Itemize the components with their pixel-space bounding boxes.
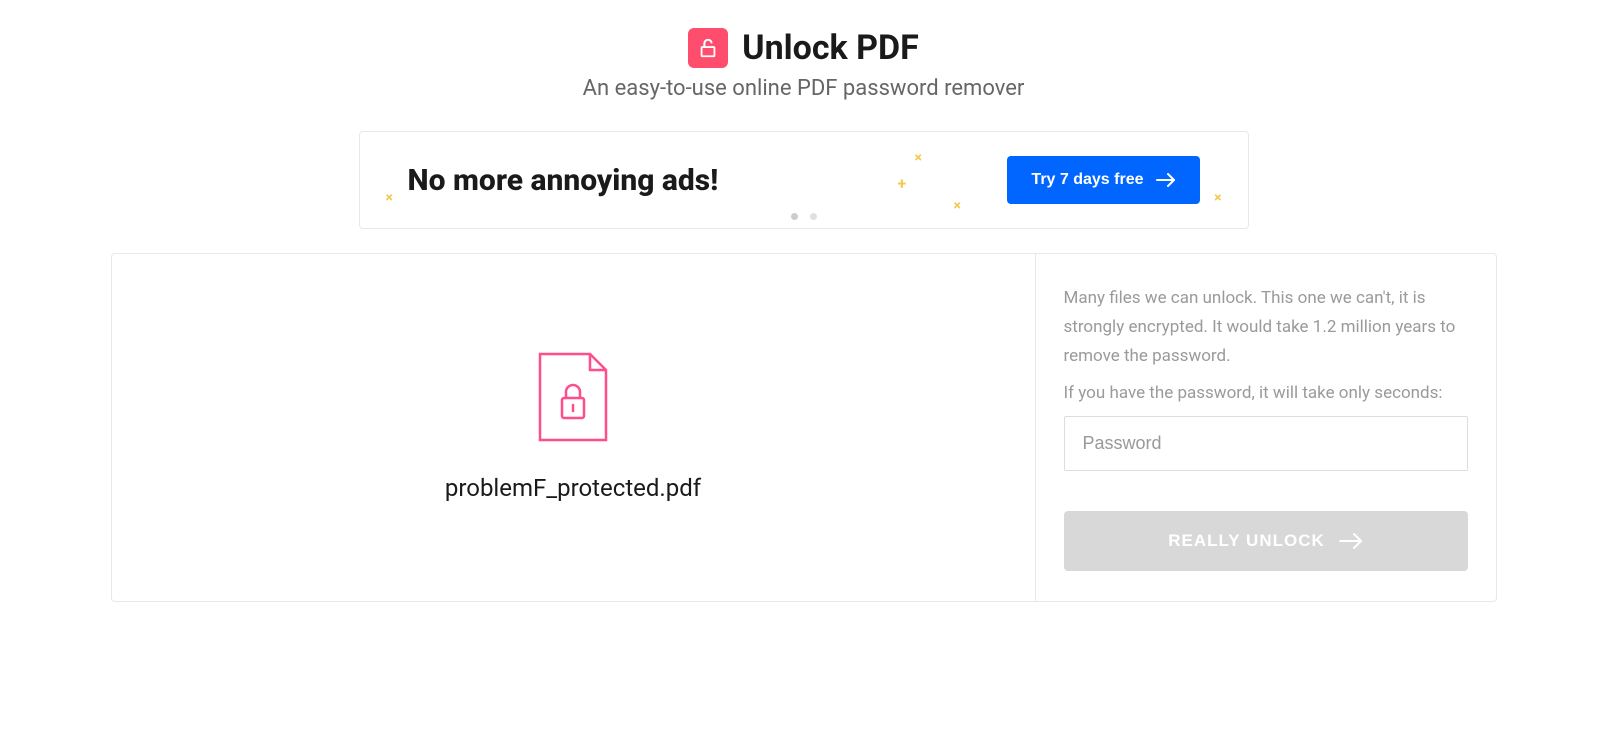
page-header: Unlock PDF An easy-to-use online PDF pas… — [0, 28, 1607, 101]
unlock-button[interactable]: REALLY UNLOCK — [1064, 511, 1468, 571]
page-title: Unlock PDF — [742, 28, 919, 68]
promo-headline: No more annoying ads! — [408, 163, 719, 198]
sparkle-icon: × — [1214, 190, 1221, 206]
page-subtitle: An easy-to-use online PDF password remov… — [0, 76, 1607, 101]
sparkle-icon: × — [954, 198, 961, 214]
carousel-dot[interactable] — [791, 213, 798, 220]
try-free-button[interactable]: Try 7 days free — [1007, 156, 1199, 204]
main-panel: problemF_protected.pdf Many files we can… — [111, 253, 1497, 602]
sparkle-icon: × — [915, 150, 922, 166]
file-name: problemF_protected.pdf — [445, 474, 701, 502]
arrow-right-icon — [1339, 533, 1363, 549]
sparkle-icon: × — [386, 190, 393, 206]
locked-file-icon — [534, 352, 612, 450]
unlock-button-label: REALLY UNLOCK — [1168, 531, 1325, 551]
action-panel: Many files we can unlock. This one we ca… — [1036, 254, 1496, 601]
info-text-encryption: Many files we can unlock. This one we ca… — [1064, 284, 1468, 371]
info-text-prompt: If you have the password, it will take o… — [1064, 379, 1468, 408]
promo-banner: × + × × × No more annoying ads! Try 7 da… — [359, 131, 1249, 229]
password-input[interactable] — [1064, 416, 1468, 471]
title-row: Unlock PDF — [0, 28, 1607, 68]
arrow-right-icon — [1156, 173, 1176, 187]
carousel-dots — [791, 213, 817, 220]
try-free-label: Try 7 days free — [1031, 171, 1143, 189]
file-panel: problemF_protected.pdf — [112, 254, 1036, 601]
carousel-dot[interactable] — [810, 213, 817, 220]
sparkle-icon: + — [898, 174, 907, 193]
unlock-icon — [688, 28, 728, 68]
